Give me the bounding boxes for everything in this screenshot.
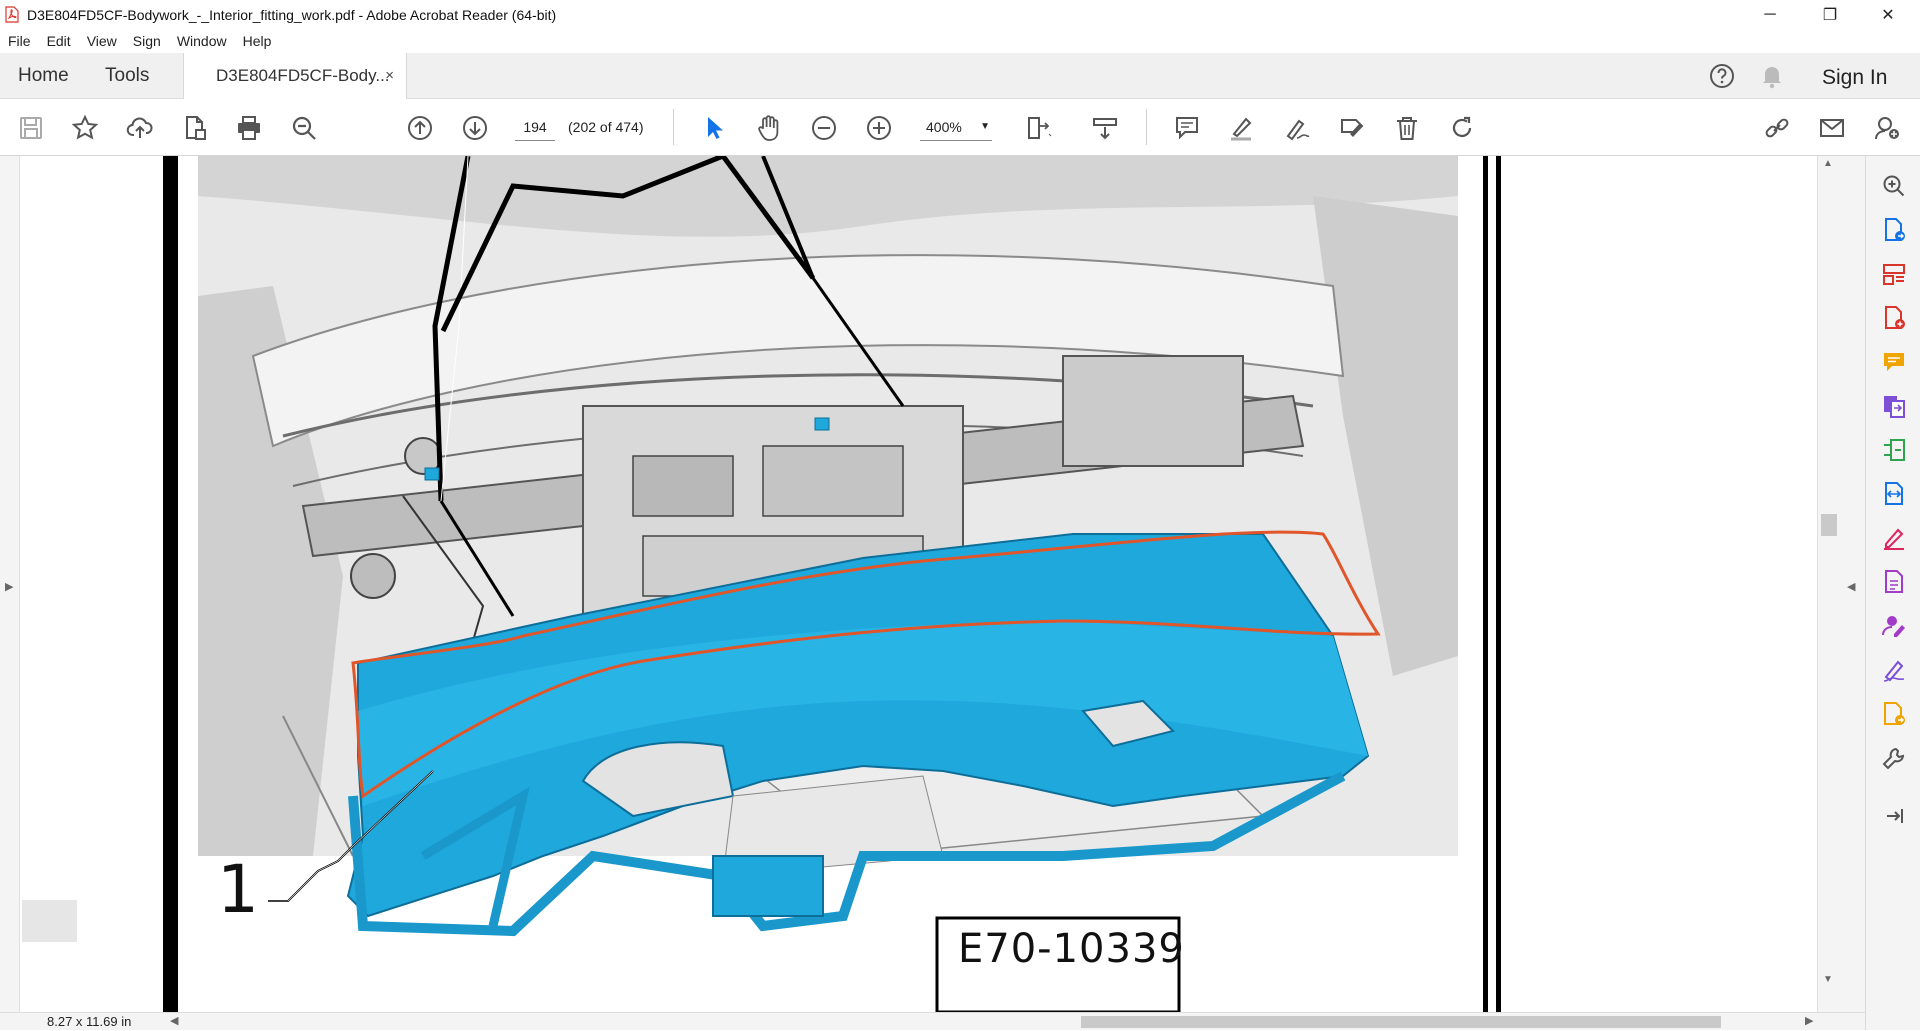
- add-user-icon[interactable]: [1870, 111, 1904, 145]
- find-zoom-icon[interactable]: [287, 111, 321, 145]
- right-panel-toggle[interactable]: ◀: [1839, 156, 1865, 1012]
- scroll-left-arrow-icon[interactable]: ◀: [170, 1014, 178, 1027]
- technical-illustration: [163, 153, 1501, 1014]
- tab-document[interactable]: D3E804FD5CF-Body... ×: [183, 53, 407, 99]
- menu-sign[interactable]: Sign: [125, 33, 169, 49]
- tab-tools[interactable]: Tools: [105, 53, 149, 99]
- combine-files-icon[interactable]: [1880, 392, 1908, 420]
- help-icon[interactable]: [1708, 62, 1736, 90]
- collapse-pane-icon[interactable]: [1880, 802, 1908, 830]
- menu-file[interactable]: File: [0, 33, 39, 49]
- protect-pdf-icon[interactable]: [1880, 568, 1908, 596]
- title-bar: D3E804FD5CF-Bodywork_-_Interior_fitting_…: [0, 0, 1920, 29]
- document-area[interactable]: ▶ 1 E70-10339 ▲ ▼ ◀: [0, 153, 1865, 1014]
- figure-reference: E70-10339: [958, 926, 1185, 972]
- notifications-bell-icon[interactable]: [1758, 62, 1786, 90]
- scan-ocr-icon[interactable]: [1880, 480, 1908, 508]
- scrolling-mode-icon[interactable]: [1088, 111, 1122, 145]
- organize-pages-icon[interactable]: [1880, 260, 1908, 288]
- menu-bar: File Edit View Sign Window Help: [0, 29, 1920, 53]
- chevron-down-icon: ▼: [980, 121, 990, 132]
- draw-freehand-icon[interactable]: [1280, 111, 1314, 145]
- toolbar-separator: [673, 109, 674, 145]
- more-tools-wrench-icon[interactable]: [1880, 744, 1908, 772]
- vertical-scroll-thumb[interactable]: [1821, 514, 1837, 536]
- tab-home[interactable]: Home: [18, 53, 69, 99]
- tab-bar: Home Tools D3E804FD5CF-Body... × Sign In: [0, 53, 1920, 99]
- search-zoom-icon[interactable]: [1880, 172, 1908, 200]
- vertical-scrollbar[interactable]: ▲ ▼: [1817, 156, 1839, 1012]
- request-signatures-icon[interactable]: [1880, 612, 1908, 640]
- page-count: (202 of 474): [568, 119, 644, 135]
- document-tab-label: D3E804FD5CF-Body...: [216, 66, 390, 85]
- restore-button[interactable]: ❐: [1802, 0, 1858, 29]
- zoom-level-value: 400%: [926, 119, 962, 135]
- horizontal-scrollbar[interactable]: ◀ ▶: [168, 1013, 1818, 1031]
- print-icon[interactable]: [232, 111, 266, 145]
- page-number-input[interactable]: 194: [515, 113, 555, 141]
- close-window-button[interactable]: ✕: [1860, 0, 1916, 29]
- callout-number: 1: [217, 851, 259, 928]
- page-fit-icon[interactable]: [1022, 111, 1056, 145]
- create-pdf-icon[interactable]: [1880, 304, 1908, 332]
- window-title: D3E804FD5CF-Bodywork_-_Interior_fitting_…: [27, 6, 557, 23]
- pdf-file-icon: [5, 6, 19, 23]
- rotate-icon[interactable]: [1445, 111, 1479, 145]
- page-size-label: 8.27 x 11.69 in: [47, 1014, 132, 1029]
- tools-pane: [1865, 156, 1920, 1030]
- toolbar: 194 (202 of 474) 400% ▼: [0, 99, 1920, 156]
- fill-sign-icon[interactable]: [1335, 111, 1369, 145]
- sign-in-button[interactable]: Sign In: [1822, 53, 1887, 99]
- menu-view[interactable]: View: [79, 33, 125, 49]
- scroll-down-arrow-icon[interactable]: ▼: [1823, 974, 1833, 985]
- menu-help[interactable]: Help: [235, 33, 280, 49]
- comment-tool-icon[interactable]: [1880, 348, 1908, 376]
- zoom-in-icon[interactable]: [862, 111, 896, 145]
- share-link-icon[interactable]: [1760, 111, 1794, 145]
- pdf-page: 1 E70-10339: [163, 153, 1503, 1014]
- menu-edit[interactable]: Edit: [39, 33, 79, 49]
- left-panel-toggle[interactable]: ▶: [0, 156, 20, 1012]
- close-tab-icon[interactable]: ×: [385, 53, 394, 99]
- collapse-right-arrow-icon[interactable]: ◀: [1847, 580, 1855, 593]
- horizontal-scroll-thumb[interactable]: [1081, 1016, 1721, 1028]
- email-icon[interactable]: [1815, 111, 1849, 145]
- fill-and-sign-icon[interactable]: [1880, 656, 1908, 684]
- scroll-right-arrow-icon[interactable]: ▶: [1805, 1014, 1813, 1027]
- expand-left-arrow-icon[interactable]: ▶: [5, 580, 13, 593]
- status-bar: 8.27 x 11.69 in ◀ ▶: [0, 1012, 1865, 1030]
- select-cursor-icon[interactable]: [697, 111, 731, 145]
- save-icon[interactable]: [14, 111, 48, 145]
- send-for-comments-icon[interactable]: [1880, 700, 1908, 728]
- comment-icon[interactable]: [1170, 111, 1204, 145]
- highlight-pen-icon[interactable]: [1225, 111, 1259, 145]
- compress-pdf-icon[interactable]: [1880, 436, 1908, 464]
- minimize-button[interactable]: ─: [1742, 0, 1798, 29]
- export-pdf-icon[interactable]: [1880, 216, 1908, 244]
- hand-tool-icon[interactable]: [752, 111, 786, 145]
- next-page-icon[interactable]: [458, 111, 492, 145]
- bookmark-star-icon[interactable]: [68, 111, 102, 145]
- upload-cloud-icon[interactable]: [123, 111, 157, 145]
- zoom-out-icon[interactable]: [807, 111, 841, 145]
- thumbnail-placeholder: [22, 900, 77, 942]
- delete-trash-icon[interactable]: [1390, 111, 1424, 145]
- scroll-up-arrow-icon[interactable]: ▲: [1823, 158, 1833, 169]
- edit-pdf-icon[interactable]: [1880, 524, 1908, 552]
- previous-page-icon[interactable]: [403, 111, 437, 145]
- zoom-level-select[interactable]: 400% ▼: [920, 113, 992, 141]
- file-info-icon[interactable]: [178, 111, 212, 145]
- toolbar-separator: [1146, 109, 1147, 145]
- menu-window[interactable]: Window: [169, 33, 235, 49]
